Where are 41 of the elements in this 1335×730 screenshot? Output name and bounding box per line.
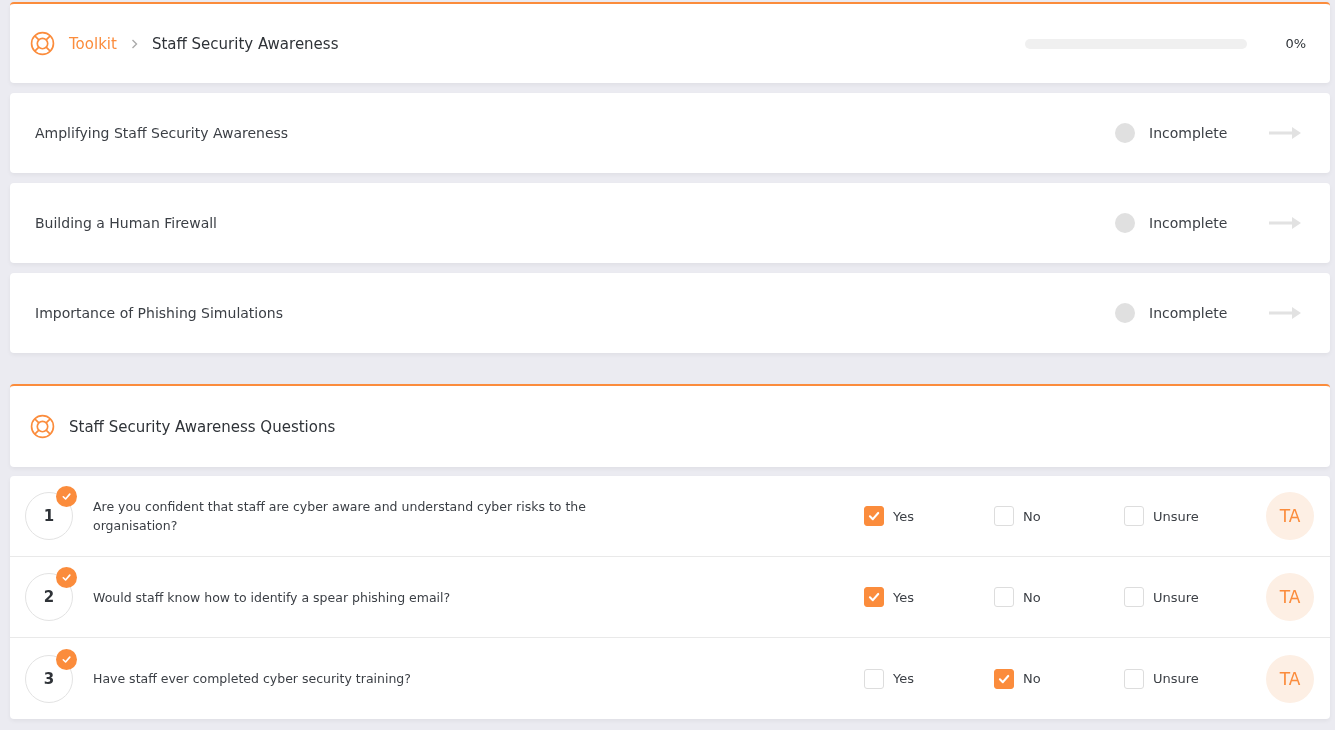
module-title: Amplifying Staff Security Awareness [35,125,289,141]
check-icon [867,590,881,604]
option-label: Yes [893,589,914,605]
checkbox[interactable] [864,506,884,526]
tick-glyph-icon [61,491,72,502]
option-label: Yes [893,508,914,524]
status-label: Incomplete [1149,305,1229,321]
option-label: No [1023,508,1041,524]
checkbox[interactable] [864,587,884,607]
module-title: Building a Human Firewall [35,215,217,231]
status-label: Incomplete [1149,215,1229,231]
page-title: Staff Security Awareness [151,34,339,53]
arrow-right-button[interactable] [1269,216,1302,230]
user-avatar: TA [1266,492,1314,540]
status-label: Incomplete [1149,125,1229,141]
section-title: Staff Security Awareness Questions [69,417,336,436]
lifebuoy-icon [30,414,55,439]
arrow-right-button[interactable] [1269,306,1302,320]
user-avatar: TA [1266,654,1314,703]
question-text: Are you confident that staff are cyber aware and understand cyber risks to the organisation? [93,498,587,535]
tick-glyph-icon [61,653,72,665]
question-text: Would staff know how to identify a spear phishing email? [93,588,452,607]
module-title: Importance of Phishing Simulations [35,305,283,321]
option-label: No [1023,589,1041,605]
user-avatar: TA [1266,573,1314,621]
lifebuoy-icon [30,31,55,56]
arrow-right-button[interactable] [1269,126,1302,140]
option-label: Unsure [1153,589,1199,605]
question-text: Have staff ever completed cyber security training? [93,670,412,688]
module-card[interactable]: Importance of Phishing Simulations Incomplete [10,273,1330,353]
tick-glyph-icon [61,572,72,583]
module-card[interactable]: Amplifying Staff Security Awareness Incomplete [10,93,1330,173]
module-card[interactable]: Building a Human Firewall Incomplete [10,183,1330,263]
option-label: Yes [893,671,914,686]
option-label: Unsure [1153,508,1199,524]
option-label: No [1023,671,1041,686]
option-label: Unsure [1153,671,1199,686]
checkbox[interactable] [994,668,1014,689]
chevron-right-icon [130,38,138,49]
check-icon [867,509,881,523]
progress-percent: 0% [1285,36,1306,51]
